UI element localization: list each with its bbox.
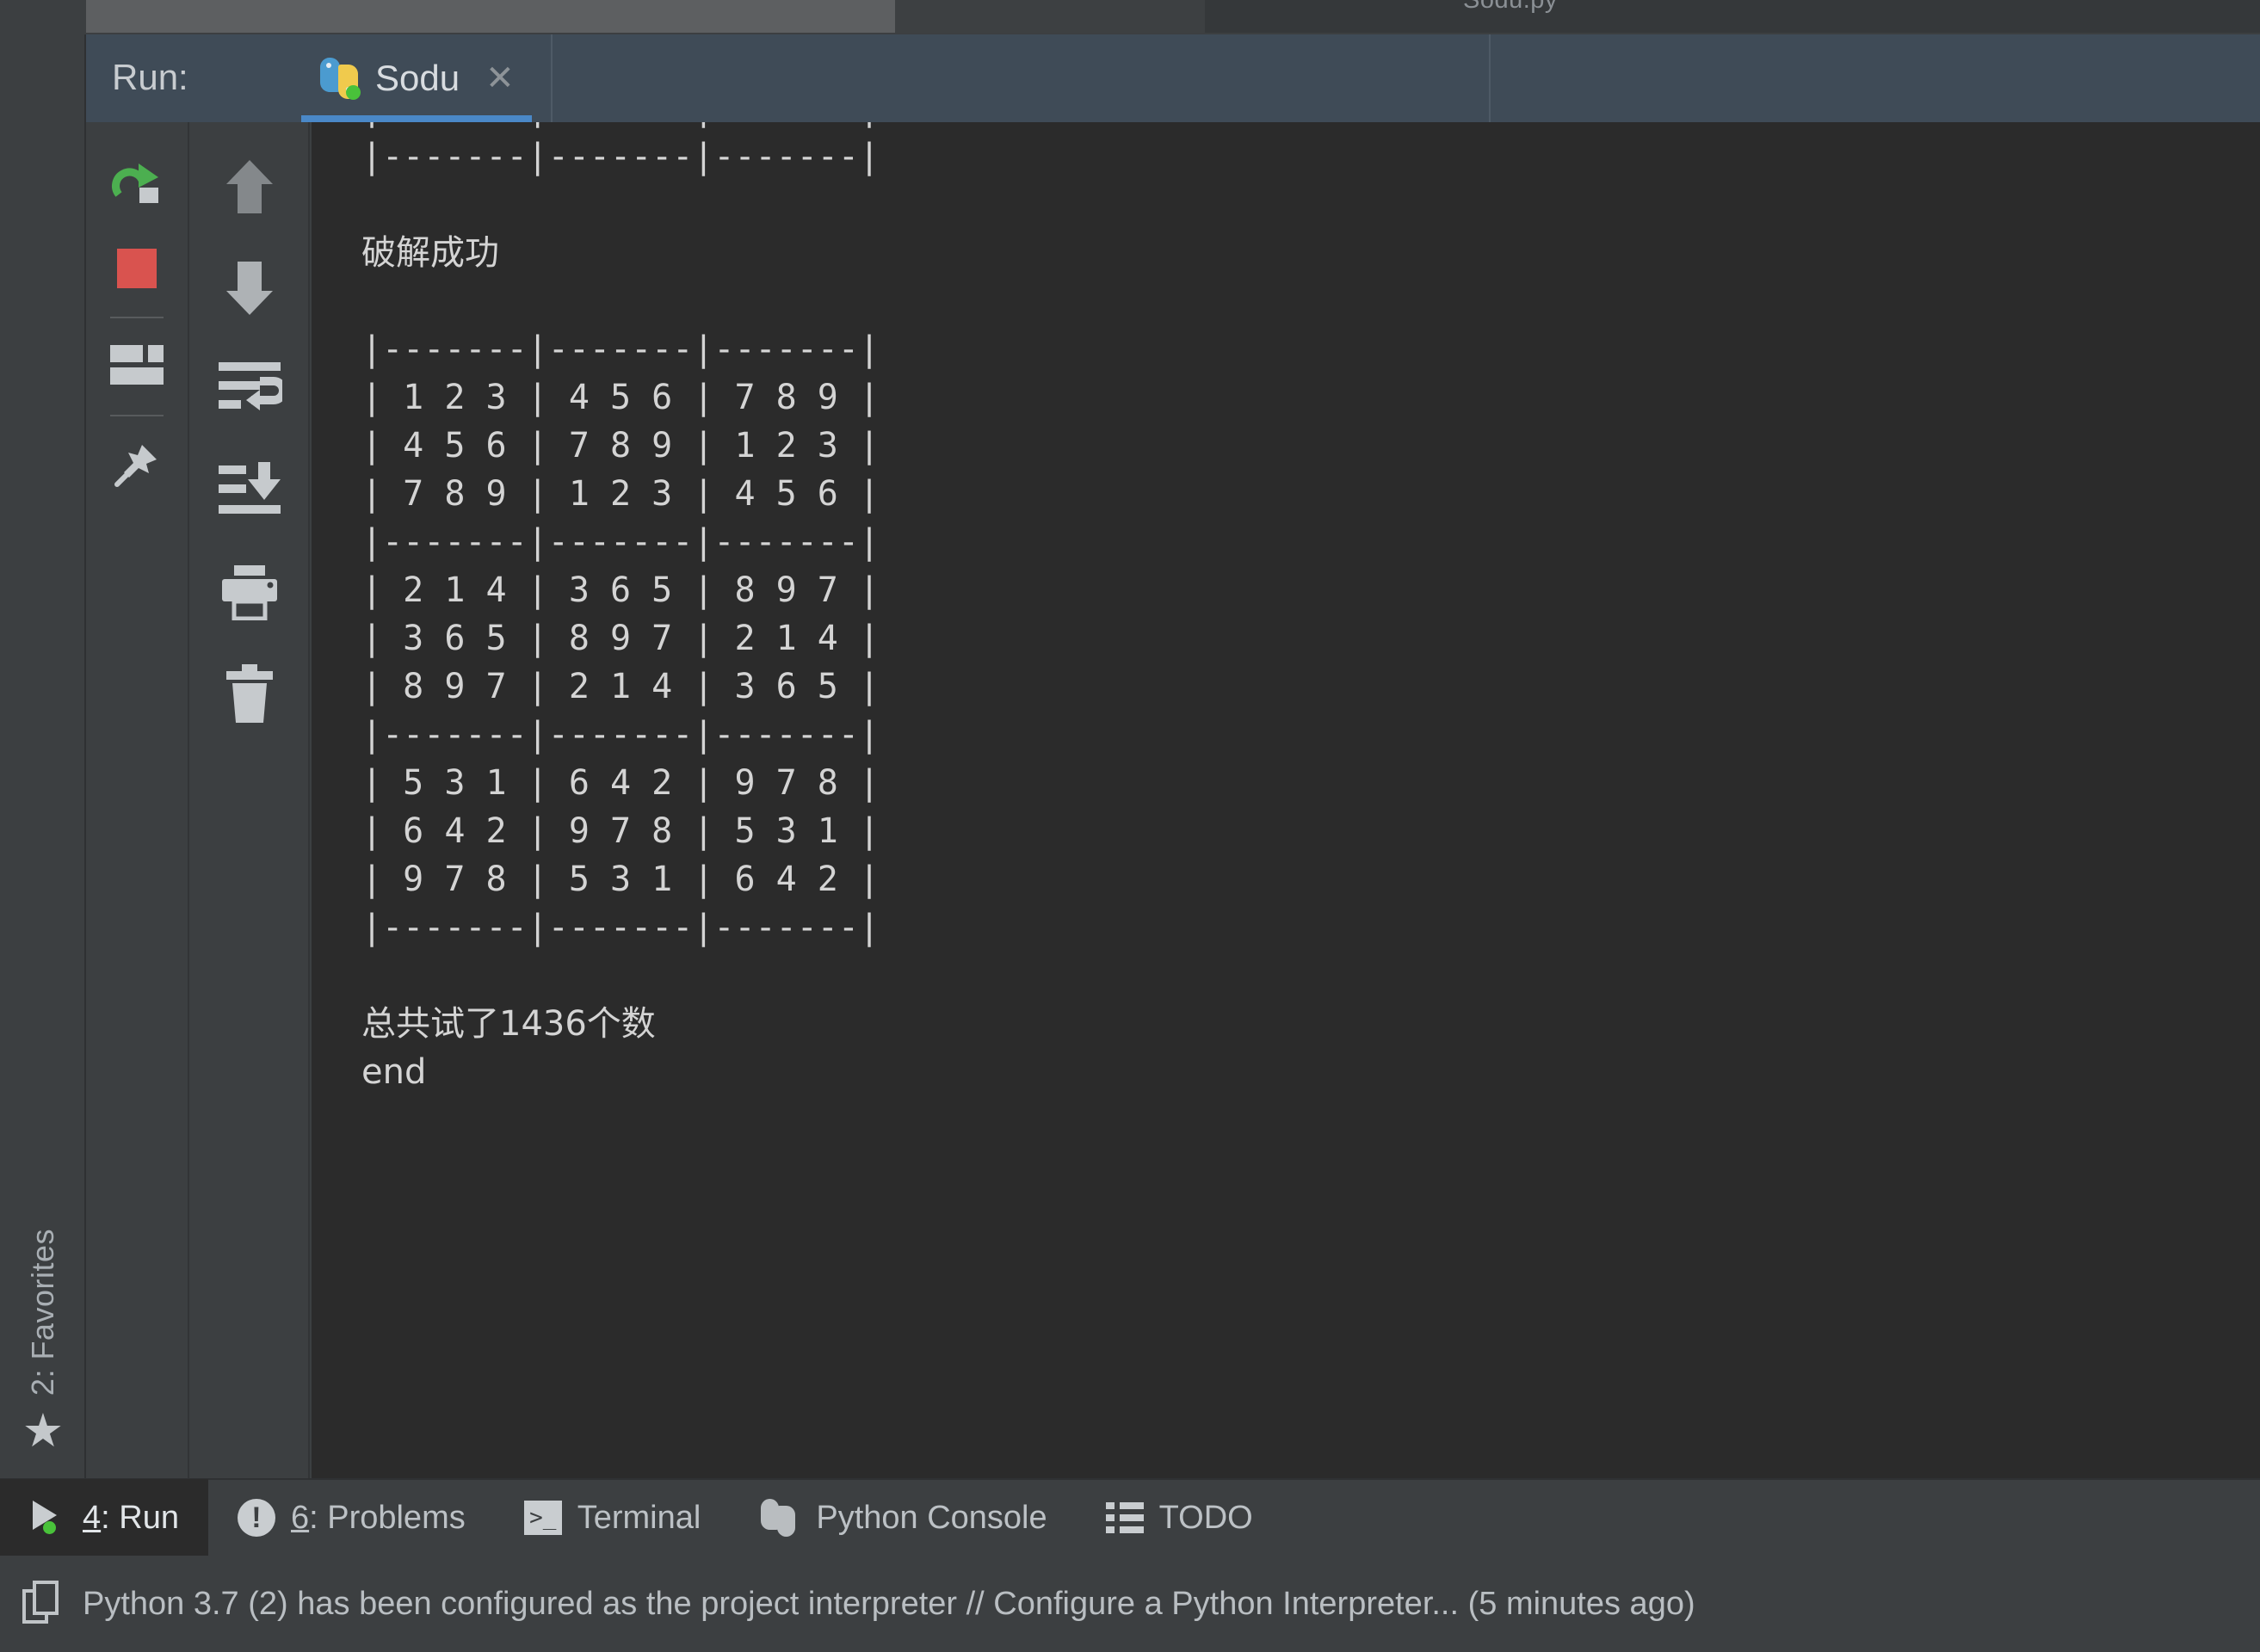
sidebar-item-favorites[interactable]: 2: Favorites ★ bbox=[0, 1229, 86, 1454]
console-message-line: 总共试了1436个数 bbox=[361, 1004, 656, 1044]
run-tool-window-header: Run: Sodu ✕ bbox=[86, 34, 2260, 122]
sudoku-grid-border: |-------|-------|-------| bbox=[361, 330, 880, 369]
run-console-output[interactable]: | 9 7 8 | 5 3 1 | 6 4 2 | |-------|------… bbox=[312, 122, 2260, 1478]
copy-icon bbox=[22, 1581, 62, 1627]
editor-tab-active[interactable] bbox=[86, 0, 895, 33]
console-message-line: end bbox=[361, 1052, 427, 1092]
console-text-block: | 9 7 8 | 5 3 1 | 6 4 2 | |-------|------… bbox=[361, 122, 880, 1096]
print-button[interactable] bbox=[207, 551, 292, 637]
sudoku-grid-row: | 2 1 4 | 3 6 5 | 8 9 7 | bbox=[361, 570, 880, 610]
run-tab-label: Sodu bbox=[375, 58, 460, 98]
toolbar-separator bbox=[110, 415, 164, 416]
sudoku-grid-border: |-------|-------|-------| bbox=[361, 137, 880, 176]
layout-panels-icon bbox=[110, 345, 164, 388]
tab-mnemonic: 4 bbox=[83, 1499, 102, 1536]
run-window-label: Run: bbox=[112, 57, 188, 97]
run-arrow-icon bbox=[29, 1499, 67, 1537]
sudoku-grid-border: |-------|-------|-------| bbox=[361, 908, 880, 947]
clear-all-button[interactable] bbox=[207, 652, 292, 738]
editor-tab-inactive[interactable] bbox=[895, 0, 1205, 33]
tab-python-console[interactable]: Python Console bbox=[730, 1479, 1076, 1556]
soft-wrap-icon bbox=[217, 361, 287, 422]
ide-window: Sodu.py Run: Sodu ✕ 2: Favorites ★ |----… bbox=[0, 0, 2260, 1652]
up-button[interactable] bbox=[207, 145, 292, 231]
console-message-line: 破解成功 bbox=[361, 233, 499, 273]
sudoku-grid-row: | 5 3 1 | 6 4 2 | 9 7 8 | bbox=[361, 763, 880, 803]
tab-problems[interactable]: ! 6: Problems bbox=[208, 1479, 495, 1556]
pin-icon bbox=[110, 438, 164, 491]
python-icon bbox=[318, 58, 361, 100]
sudoku-grid-border: |-------|-------|-------| bbox=[361, 522, 880, 562]
run-toolbar-secondary bbox=[191, 122, 310, 1478]
sudoku-grid-row: | 9 7 8 | 5 3 1 | 6 4 2 | bbox=[361, 860, 880, 899]
tab-label: TODO bbox=[1158, 1499, 1253, 1536]
run-toolbar-primary bbox=[86, 122, 189, 1478]
trash-icon bbox=[223, 663, 276, 729]
tab-label: 4: Run bbox=[83, 1499, 179, 1536]
star-icon: ★ bbox=[22, 1405, 65, 1457]
tab-label: Terminal bbox=[577, 1499, 701, 1536]
sudoku-grid-row: | 9 7 8 | 5 3 1 | 6 4 2 | bbox=[361, 122, 880, 133]
editor-tab-area bbox=[1205, 0, 2260, 33]
favorites-label: 2: Favorites bbox=[25, 1228, 60, 1396]
favorites-sidebar-rail: 2: Favorites ★ bbox=[0, 34, 86, 1478]
stop-button[interactable] bbox=[96, 227, 178, 310]
sudoku-grid-row: | 7 8 9 | 1 2 3 | 4 5 6 | bbox=[361, 474, 880, 514]
active-tab-underline bbox=[301, 115, 532, 122]
scroll-to-end-button[interactable] bbox=[207, 449, 292, 535]
sudoku-grid-border: |-------|-------|-------| bbox=[361, 715, 880, 755]
tab-label: Python Console bbox=[816, 1499, 1047, 1536]
toolbar-separator bbox=[110, 317, 164, 318]
tab-terminal[interactable]: >_ Terminal bbox=[495, 1479, 731, 1556]
sudoku-grid-row: | 1 2 3 | 4 5 6 | 7 8 9 | bbox=[361, 378, 880, 417]
run-configuration-tab[interactable]: Sodu ✕ bbox=[301, 34, 532, 122]
sudoku-grid-row: | 3 6 5 | 8 9 7 | 2 1 4 | bbox=[361, 619, 880, 658]
close-icon[interactable]: ✕ bbox=[485, 61, 515, 96]
warning-circle-icon: ! bbox=[237, 1499, 275, 1537]
editor-tab-strip-cutoff: Sodu.py bbox=[0, 0, 2260, 34]
header-divider-1 bbox=[551, 34, 553, 122]
status-bar: Python 3.7 (2) has been configured as th… bbox=[0, 1556, 2260, 1652]
down-button[interactable] bbox=[207, 246, 292, 332]
list-icon bbox=[1105, 1502, 1144, 1533]
sudoku-grid-row: | 8 9 7 | 2 1 4 | 3 6 5 | bbox=[361, 667, 880, 706]
sudoku-grid-row: | 6 4 2 | 9 7 8 | 5 3 1 | bbox=[361, 811, 880, 851]
rerun-button[interactable] bbox=[96, 145, 178, 227]
tab-run[interactable]: 4: Run bbox=[0, 1479, 208, 1556]
sudoku-grid-row: | 4 5 6 | 7 8 9 | 1 2 3 | bbox=[361, 426, 880, 465]
scroll-to-end-icon bbox=[217, 461, 282, 523]
tab-strip-left-gutter bbox=[0, 0, 86, 34]
tab-label: 6: Problems bbox=[290, 1499, 466, 1536]
tool-window-tab-bar: 4: Run! 6: Problems >_ Terminal Python Conso… bbox=[0, 1478, 2260, 1556]
terminal-icon: >_ bbox=[523, 1501, 562, 1535]
python-icon bbox=[759, 1499, 800, 1537]
editor-tab-label-cutoff: Sodu.py bbox=[1463, 0, 1558, 14]
arrow-down-icon bbox=[221, 256, 278, 323]
stop-square-icon bbox=[117, 249, 157, 288]
tab-todo[interactable]: TODO bbox=[1077, 1479, 1282, 1556]
tab-mnemonic: 6 bbox=[290, 1499, 310, 1536]
status-message: Python 3.7 (2) has been configured as th… bbox=[83, 1585, 1695, 1622]
rerun-icon bbox=[110, 162, 164, 210]
soft-wrap-button[interactable] bbox=[207, 348, 292, 434]
layout-button[interactable] bbox=[96, 325, 178, 408]
printer-icon bbox=[217, 564, 282, 625]
arrow-up-icon bbox=[221, 155, 278, 221]
pin-tab-button[interactable] bbox=[96, 423, 178, 506]
header-divider-2 bbox=[1489, 34, 1491, 122]
